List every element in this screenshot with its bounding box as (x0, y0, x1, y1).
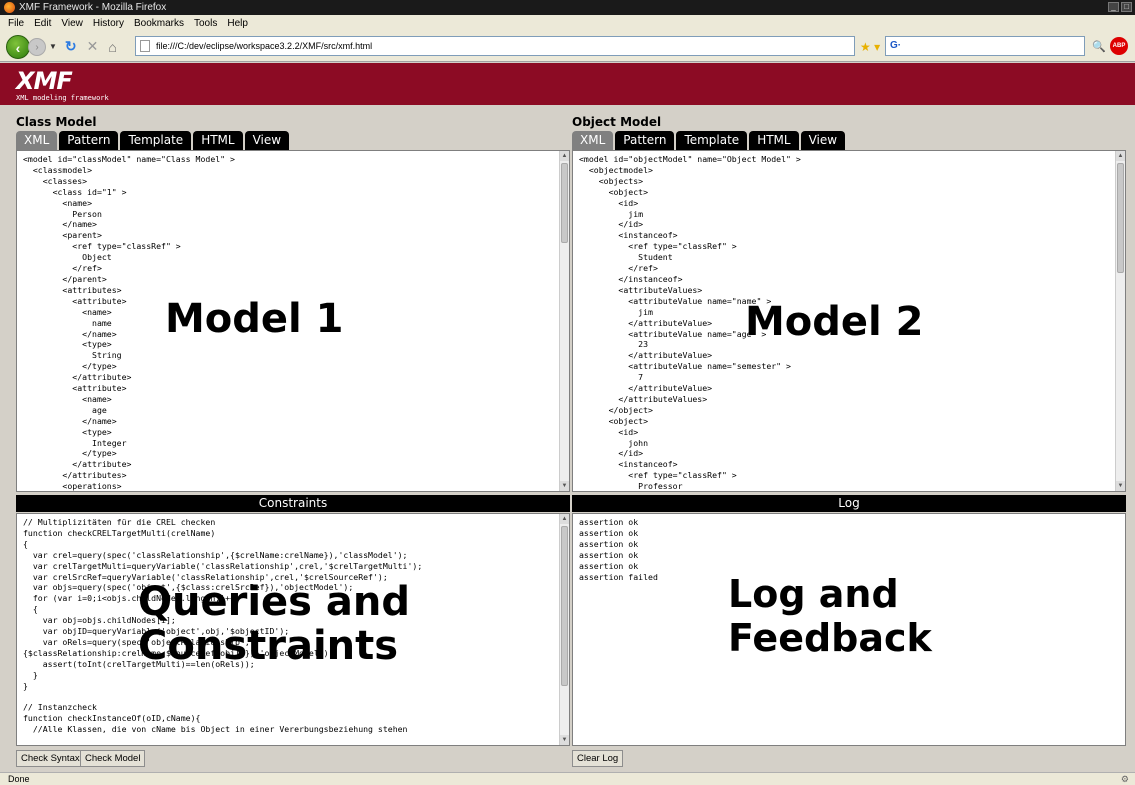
class-model-tab-xml[interactable]: XML (16, 131, 58, 150)
class-model-tab-pattern[interactable]: Pattern (59, 131, 119, 150)
log-entry: assertion ok (579, 549, 639, 560)
window-titlebar: XMF Framework - Mozilla Firefox _ □ (0, 0, 1135, 15)
class-model-scrollbar[interactable]: ▲ ▼ (559, 151, 569, 491)
log-entry: assertion ok (579, 527, 639, 538)
scroll-down-icon[interactable]: ▼ (560, 481, 569, 491)
back-button[interactable]: ‹ (6, 34, 30, 59)
history-dropdown-icon[interactable]: ▼ (49, 42, 57, 51)
class-model-editor[interactable]: <model id="classModel" name="Class Model… (16, 150, 570, 492)
search-input[interactable]: G· (885, 36, 1085, 56)
check-model-button[interactable]: Check Model (80, 750, 146, 767)
class-model-tab-view[interactable]: View (244, 131, 290, 150)
object-model-tab-xml[interactable]: XML (572, 131, 614, 150)
scroll-up-icon[interactable]: ▲ (560, 151, 569, 161)
search-icon[interactable]: 🔍 (1092, 40, 1106, 53)
reload-icon[interactable]: ↻ (65, 38, 77, 55)
object-model-title: Object Model (572, 115, 662, 129)
home-icon[interactable]: ⌂ (108, 39, 116, 55)
navigation-toolbar: ‹ › ▼ ↻ ✕ ⌂ file:///C:/dev/eclipse/works… (0, 32, 1135, 62)
minimize-button[interactable]: _ (1108, 2, 1119, 12)
constraints-scrollbar[interactable]: ▲ ▼ (559, 514, 569, 745)
url-text: file:///C:/dev/eclipse/workspace3.2.2/XM… (156, 41, 373, 51)
xmf-banner: XMF XML modeling framework (0, 63, 1135, 105)
search-engine-label: G· (890, 40, 902, 51)
class-model-code: <model id="classModel" name="Class Model… (23, 154, 235, 492)
constraints-code: // Multiplizitäten für die CREL checken … (23, 517, 423, 735)
menu-history[interactable]: History (88, 18, 129, 29)
log-entry: assertion ok (579, 517, 639, 527)
firefox-icon (4, 2, 15, 13)
xmf-logo: XMF (16, 67, 73, 95)
bookmark-star-icon[interactable]: ★ ▾ (860, 40, 880, 54)
log-entry: assertion ok (579, 538, 639, 549)
class-model-tab-template[interactable]: Template (120, 131, 192, 150)
page-icon (140, 40, 150, 52)
scroll-up-icon[interactable]: ▲ (1116, 151, 1125, 161)
forward-button[interactable]: › (28, 37, 46, 56)
clear-log-button[interactable]: Clear Log (572, 750, 624, 767)
window-controls: _ □ (1108, 2, 1132, 12)
object-model-tabs: XML Pattern Template HTML View (572, 131, 846, 150)
object-model-scroll-thumb[interactable] (1117, 163, 1124, 273)
check-syntax-button[interactable]: Check Syntax (16, 750, 85, 767)
class-model-title: Class Model (16, 115, 97, 129)
log-header: Log (572, 495, 1126, 512)
status-text: Done (8, 774, 30, 784)
url-bar[interactable]: file:///C:/dev/eclipse/workspace3.2.2/XM… (135, 36, 855, 56)
scroll-down-icon[interactable]: ▼ (1116, 481, 1125, 491)
class-model-tab-html[interactable]: HTML (193, 131, 243, 150)
log-entry: assertion failed (579, 571, 658, 582)
status-bar: Done ⚙ (0, 772, 1135, 785)
scroll-down-icon[interactable]: ▼ (560, 735, 569, 745)
constraints-header: Constraints (16, 495, 570, 512)
object-model-tab-template[interactable]: Template (676, 131, 748, 150)
object-model-scrollbar[interactable]: ▲ ▼ (1115, 151, 1125, 491)
class-model-tabs: XML Pattern Template HTML View (16, 131, 290, 150)
status-gear-icon[interactable]: ⚙ (1121, 773, 1129, 785)
menu-view[interactable]: View (56, 18, 88, 29)
log-entries: assertion ok assertion ok assertion ok a… (573, 514, 1125, 585)
class-model-scroll-thumb[interactable] (561, 163, 568, 243)
object-model-tab-pattern[interactable]: Pattern (615, 131, 675, 150)
log-entry: assertion ok (579, 560, 639, 571)
adblock-icon[interactable]: ABP (1110, 37, 1128, 55)
log-output: assertion ok assertion ok assertion ok a… (572, 513, 1126, 746)
menu-bar: File Edit View History Bookmarks Tools H… (0, 15, 1135, 32)
object-model-code: <model id="objectModel" name="Object Mod… (579, 154, 801, 492)
constraints-scroll-thumb[interactable] (561, 526, 568, 686)
maximize-button[interactable]: □ (1121, 2, 1132, 12)
scroll-up-icon[interactable]: ▲ (560, 514, 569, 524)
object-model-tab-html[interactable]: HTML (749, 131, 799, 150)
object-model-editor[interactable]: <model id="objectModel" name="Object Mod… (572, 150, 1126, 492)
menu-edit[interactable]: Edit (29, 18, 56, 29)
xmf-tagline: XML modeling framework (16, 94, 109, 102)
menu-file[interactable]: File (3, 18, 29, 29)
stop-icon[interactable]: ✕ (87, 38, 99, 55)
menu-bookmarks[interactable]: Bookmarks (129, 18, 189, 29)
object-model-tab-view[interactable]: View (800, 131, 846, 150)
window-title: XMF Framework - Mozilla Firefox (19, 2, 167, 13)
constraints-editor[interactable]: // Multiplizitäten für die CREL checken … (16, 513, 570, 746)
menu-tools[interactable]: Tools (189, 18, 222, 29)
menu-help[interactable]: Help (222, 18, 253, 29)
